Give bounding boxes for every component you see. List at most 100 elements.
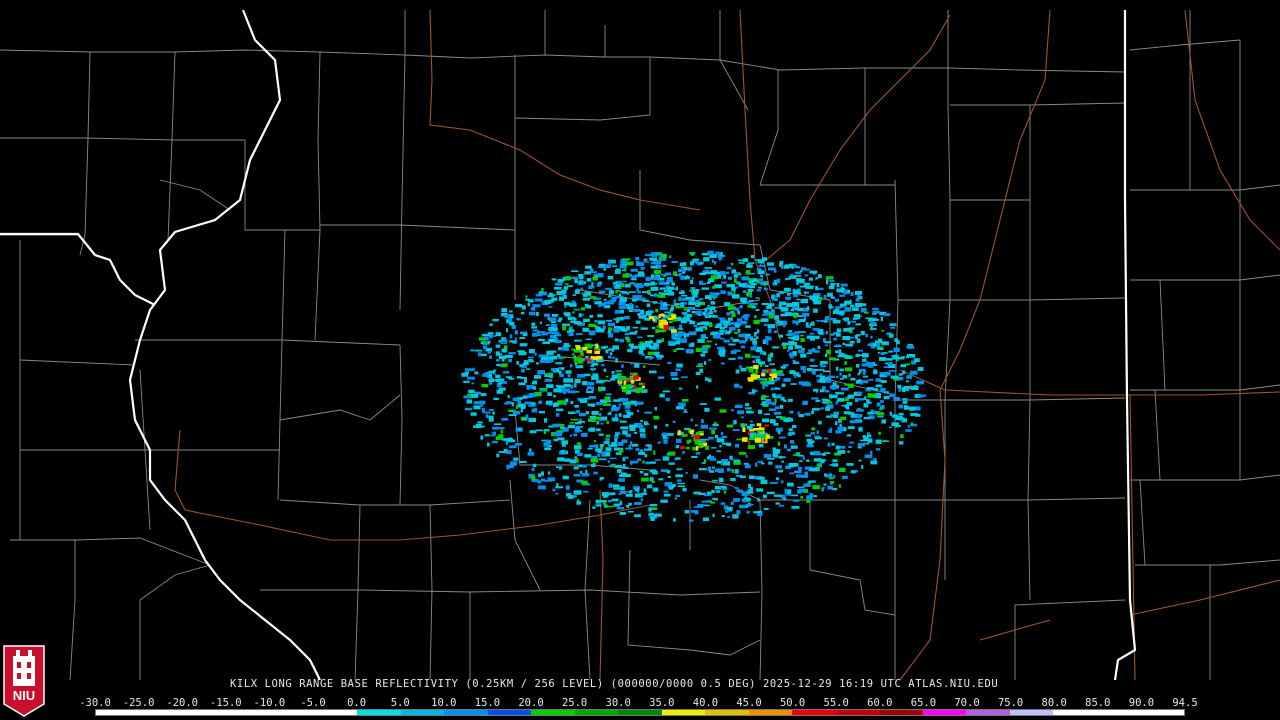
echo-pixel	[620, 376, 626, 379]
echo-pixel	[758, 409, 763, 414]
echo-pixel	[511, 402, 514, 407]
echo-pixel	[782, 323, 786, 328]
echo-pixel	[644, 253, 652, 256]
echo-pixel	[909, 370, 918, 375]
echo-pixel	[523, 360, 527, 364]
echo-pixel	[782, 364, 789, 367]
echo-pixel	[835, 306, 841, 309]
echo-pixel	[496, 389, 503, 394]
echo-pixel	[769, 408, 777, 411]
echo-pixel	[565, 485, 570, 490]
echo-pixel	[671, 282, 675, 286]
echo-pixel	[664, 282, 670, 285]
echo-pixel	[728, 343, 736, 346]
echo-pixel	[709, 308, 712, 312]
echo-pixel	[572, 311, 575, 314]
echo-pixel	[517, 403, 525, 408]
echo-pixel	[584, 291, 592, 296]
echo-pixel	[891, 355, 898, 358]
echo-pixel	[826, 280, 829, 285]
echo-pixel	[634, 363, 640, 368]
echo-pixel	[620, 486, 625, 491]
echo-pixel	[727, 468, 731, 472]
echo-pixel	[658, 376, 665, 379]
echo-pixel	[855, 414, 861, 419]
echo-pixel	[650, 286, 659, 291]
echo-pixel	[517, 350, 525, 353]
echo-pixel	[538, 485, 546, 490]
colorbar-swatch	[1140, 710, 1184, 715]
echo-pixel	[907, 343, 913, 346]
echo-pixel	[706, 340, 712, 343]
echo-pixel	[619, 500, 623, 506]
echo-pixel	[636, 261, 643, 266]
echo-pixel	[574, 405, 579, 408]
echo-pixel	[667, 451, 676, 456]
echo-pixel	[501, 348, 507, 353]
echo-pixel	[686, 314, 691, 319]
echo-pixel	[807, 440, 815, 444]
echo-pixel	[747, 430, 751, 436]
echo-pixel	[640, 284, 644, 288]
echo-pixel	[659, 306, 668, 310]
echo-pixel	[586, 278, 592, 282]
echo-pixel	[539, 388, 546, 392]
echo-pixel	[694, 440, 700, 445]
echo-pixel	[836, 399, 839, 402]
echo-pixel	[586, 350, 593, 354]
echo-pixel	[789, 472, 794, 475]
echo-pixel	[742, 258, 749, 262]
echo-pixel	[671, 329, 677, 333]
echo-pixel	[686, 348, 692, 353]
echo-pixel	[607, 276, 614, 280]
echo-pixel	[714, 397, 722, 401]
echo-pixel	[730, 501, 734, 505]
echo-pixel	[771, 402, 777, 406]
echo-pixel	[684, 268, 690, 270]
echo-pixel	[784, 444, 787, 449]
echo-pixel	[737, 356, 744, 360]
echo-pixel	[464, 371, 469, 374]
echo-pixel	[531, 476, 536, 480]
echo-pixel	[752, 360, 755, 364]
echo-pixel	[705, 445, 709, 450]
echo-pixel	[813, 458, 822, 462]
echo-pixel	[550, 321, 556, 324]
echo-pixel	[821, 398, 829, 401]
echo-pixel	[588, 331, 596, 336]
echo-pixel	[663, 435, 667, 440]
echo-pixel	[890, 375, 899, 379]
echo-pixel	[518, 382, 526, 386]
echo-pixel	[727, 516, 730, 518]
echo-pixel	[755, 437, 761, 443]
echo-pixel	[577, 359, 584, 364]
echo-pixel	[689, 322, 695, 325]
echo-pixel	[635, 448, 640, 451]
echo-pixel	[518, 352, 527, 356]
echo-pixel	[747, 367, 751, 370]
echo-pixel	[783, 378, 791, 382]
echo-pixel	[855, 298, 860, 302]
echo-pixel	[806, 444, 814, 448]
echo-pixel	[773, 330, 777, 334]
echo-pixel	[808, 349, 816, 353]
echo-pixel	[614, 436, 619, 439]
echo-pixel	[723, 490, 727, 494]
echo-pixel	[741, 276, 750, 281]
scale-tick-label: 40.0	[692, 697, 719, 709]
echo-pixel	[607, 413, 611, 415]
echo-pixel	[629, 490, 633, 494]
echo-pixel	[474, 349, 483, 352]
echo-pixel	[697, 263, 701, 266]
echo-pixel	[537, 370, 546, 375]
echo-pixel	[570, 418, 579, 421]
echo-pixel	[597, 272, 604, 278]
echo-pixel	[712, 294, 718, 297]
echo-pixel	[568, 424, 576, 429]
echo-pixel	[780, 366, 787, 369]
echo-pixel	[649, 477, 654, 482]
echo-pixel	[836, 366, 839, 371]
echo-pixel	[747, 289, 752, 293]
echo-pixel	[773, 412, 782, 415]
echo-pixel	[519, 337, 526, 339]
